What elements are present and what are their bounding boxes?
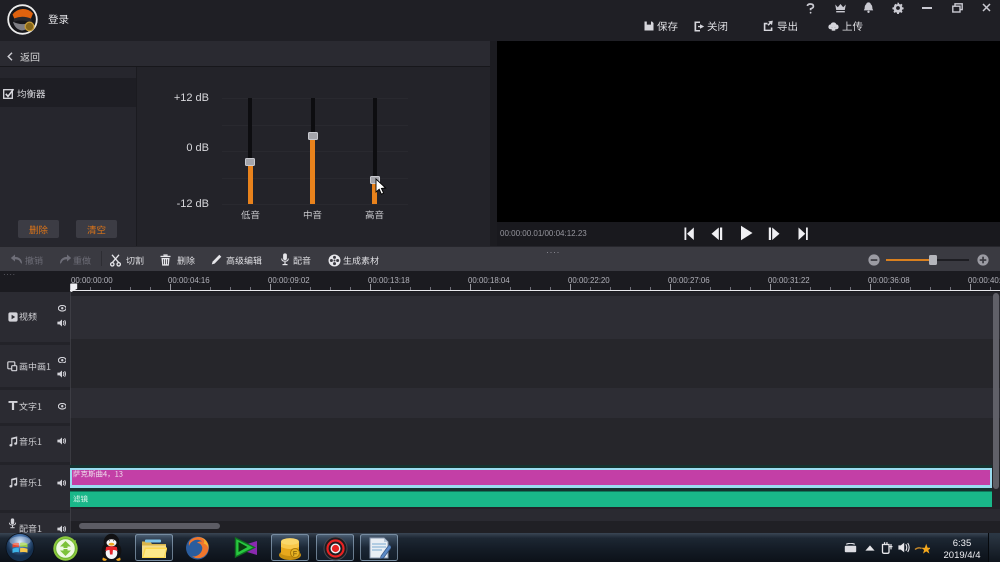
svg-text:F: F (293, 551, 297, 558)
